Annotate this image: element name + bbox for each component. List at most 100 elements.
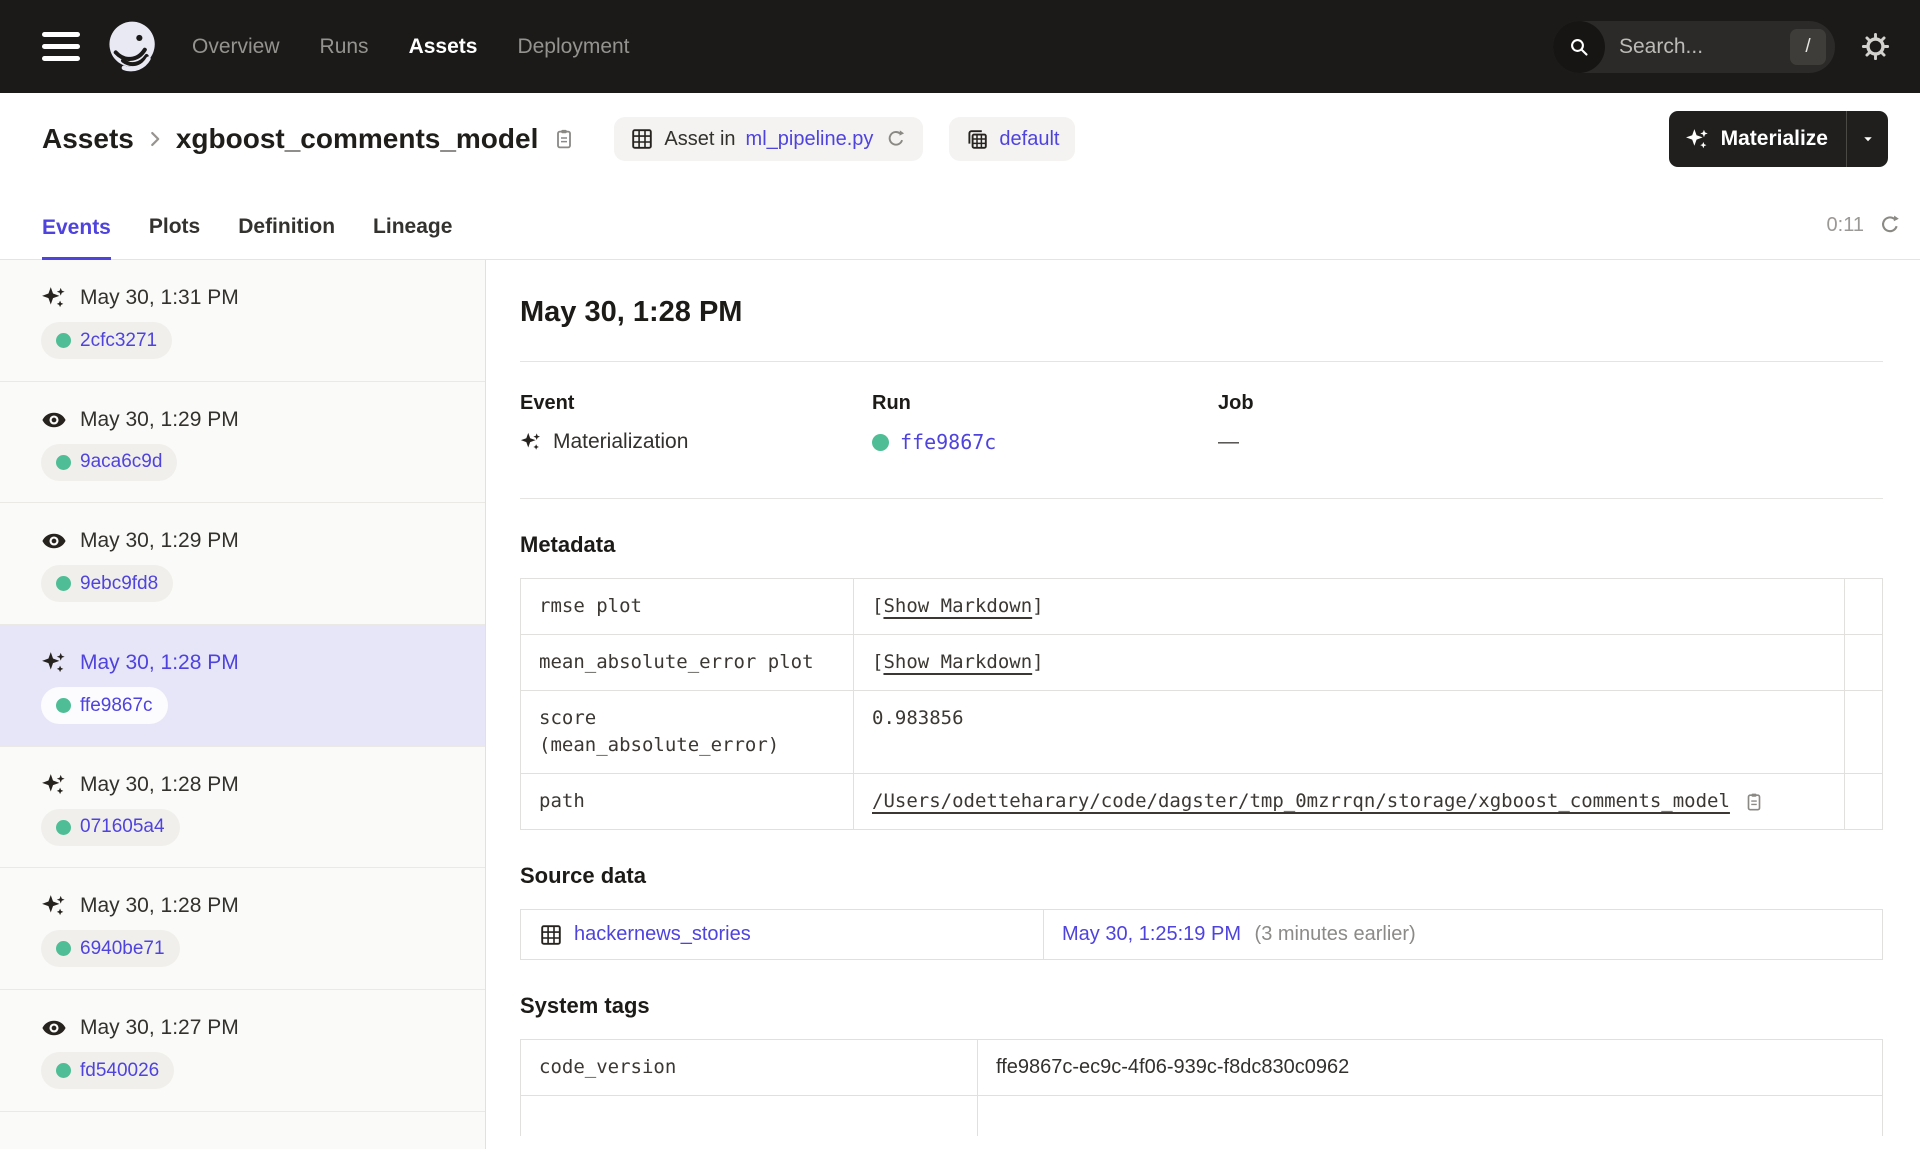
system-tag-key: code_version [520,1039,978,1096]
sparkle-icon [1685,127,1710,152]
group-badge[interactable]: default [949,117,1076,161]
run-badge[interactable]: fd540026 [41,1052,175,1090]
source-asset-link[interactable]: hackernews_stories [574,921,751,948]
tab-definition[interactable]: Definition [238,215,335,259]
metadata-key: mean_absolute_error plot [520,634,854,691]
nav-runs[interactable]: Runs [320,35,369,59]
table-row: code_version ffe9867c-ec9c-4f06-939c-f8d… [520,1039,1883,1096]
materialization-icon [41,893,67,919]
table-row: mean_absolute_error plot [Show Markdown] [520,634,1883,691]
event-list-item-selected[interactable]: May 30, 1:28 PM ffe9867c [0,625,485,747]
materialization-icon [41,285,67,311]
path-link[interactable]: /Users/odetteharary/code/dagster/tmp_0mz… [872,788,1730,815]
job-label: Job [1218,392,1254,414]
event-timestamp: May 30, 1:28 PM [80,772,239,796]
table-row: path /Users/odetteharary/code/dagster/tm… [520,773,1883,830]
event-detail-title: May 30, 1:28 PM [520,296,743,328]
table-row: rmse plot [Show Markdown] [520,578,1883,635]
search-icon [1553,20,1605,73]
refresh-timer: 0:11 [1826,213,1864,236]
show-markdown-link[interactable]: [Show Markdown] [872,651,1044,673]
run-status-dot [872,433,889,451]
copy-asset-name-button[interactable] [552,127,576,151]
metadata-value: 0.983856 [853,690,1845,774]
run-badge[interactable]: 2cfc3271 [41,322,173,359]
search-box[interactable]: / [1553,20,1835,73]
grid-icon [630,127,654,151]
breadcrumb: Assets xgboost_comments_model [42,123,576,155]
tab-events[interactable]: Events [42,216,111,260]
materialize-split-button: Materialize [1668,111,1888,167]
event-list-item[interactable]: May 30, 1:27 PM fd540026 [0,990,485,1112]
materialization-icon [41,650,67,676]
settings-gear-icon[interactable] [1861,32,1890,61]
menu-icon[interactable] [42,32,80,61]
event-list-item[interactable]: May 30, 1:28 PM 071605a4 [0,747,485,869]
source-data-table: hackernews_stories May 30, 1:25:19 PM (3… [520,909,1883,960]
top-nav: Overview Runs Assets Deployment / [0,0,1920,93]
run-id-link[interactable]: 9aca6c9d [80,451,162,473]
materialization-icon [520,431,542,453]
table-row: hackernews_stories May 30, 1:25:19 PM (3… [520,909,1883,960]
job-value: — [1218,430,1239,453]
asset-group-icon [965,127,989,151]
run-badge[interactable]: 071605a4 [41,808,180,846]
nav-assets[interactable]: Assets [409,35,478,59]
breadcrumb-assets-link[interactable]: Assets [42,123,134,155]
system-tag-value: ffe9867c-ec9c-4f06-939c-f8dc830c0962 [977,1039,1883,1096]
event-list-item[interactable]: May 30, 1:31 PM 2cfc3271 [0,260,485,382]
run-id-link[interactable]: ffe9867c [80,695,153,717]
run-badge[interactable]: ffe9867c [41,687,168,725]
nav-overview[interactable]: Overview [192,35,280,59]
run-id-link[interactable]: 2cfc3271 [80,330,157,352]
tab-plots[interactable]: Plots [149,215,200,259]
run-badge[interactable]: 9aca6c9d [41,443,178,481]
materialize-dropdown-button[interactable] [1846,111,1888,167]
materialization-icon [41,772,67,798]
run-status-dot [56,1063,71,1079]
copy-path-button[interactable] [1743,791,1765,813]
event-list-item[interactable]: May 30, 1:29 PM 9aca6c9d [0,382,485,504]
observation-icon [41,407,67,433]
code-location-link[interactable]: ml_pipeline.py [746,128,874,151]
page-title: xgboost_comments_model [175,123,539,154]
event-timestamp: May 30, 1:31 PM [80,286,239,309]
code-location-badge[interactable]: Asset in ml_pipeline.py [614,117,924,161]
system-tags-table: code_version ffe9867c-ec9c-4f06-939c-f8d… [520,1039,1883,1136]
source-data-heading: Source data [520,863,646,888]
event-list-item[interactable]: May 30, 1:28 PM 6940be71 [0,868,485,991]
run-badge[interactable]: 6940be71 [41,930,180,968]
run-badge[interactable]: 9ebc9fd8 [41,565,174,603]
event-timestamp: May 30, 1:28 PM [80,651,239,675]
reload-icon[interactable] [885,128,907,150]
system-tags-heading: System tags [520,993,650,1018]
search-shortcut-key: / [1790,28,1826,65]
run-id-link[interactable]: 071605a4 [80,816,165,838]
nav-deployment[interactable]: Deployment [517,35,629,59]
event-timestamp: May 30, 1:29 PM [80,529,239,553]
dagster-logo[interactable] [104,18,162,76]
run-status-dot [56,454,71,470]
asset-tabs: Events Plots Definition Lineage 0:11 [0,185,1920,260]
event-list-item[interactable]: May 30, 1:29 PM 9ebc9fd8 [0,503,485,626]
tab-lineage[interactable]: Lineage [373,215,452,259]
run-status-dot [56,941,71,957]
show-markdown-link[interactable]: [Show Markdown] [872,595,1044,617]
refresh-icon[interactable] [1878,213,1902,237]
grid-icon [539,923,563,947]
page-header: Assets xgboost_comments_model Asset in m… [0,93,1920,185]
run-id-link[interactable]: 6940be71 [80,938,165,960]
metadata-key: score (mean_absolute_error) [520,690,854,774]
materialize-button[interactable]: Materialize [1669,111,1846,167]
run-id-link[interactable]: 9ebc9fd8 [80,573,158,595]
materialize-label: Materialize [1720,127,1828,150]
event-timestamp: May 30, 1:27 PM [80,1016,239,1040]
search-input[interactable] [1605,34,1790,59]
observation-icon [41,528,67,554]
run-id-link[interactable]: ffe9867c [900,430,996,454]
source-timestamp-link[interactable]: May 30, 1:25:19 PM [1062,923,1241,945]
group-link[interactable]: default [999,128,1059,151]
metadata-key: rmse plot [520,578,854,635]
run-id-link[interactable]: fd540026 [80,1060,159,1082]
chevron-right-icon [144,128,166,150]
